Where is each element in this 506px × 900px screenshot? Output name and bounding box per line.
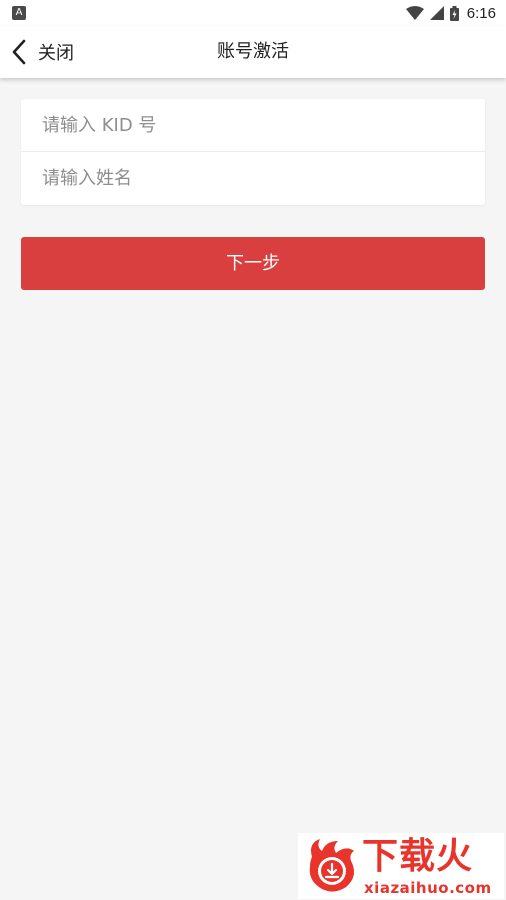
- status-time: 6:16: [466, 4, 496, 22]
- battery-icon: [449, 5, 459, 21]
- nav-bar: 关闭 账号激活: [0, 26, 506, 78]
- flame-logo-icon: [309, 839, 354, 892]
- kid-row: [21, 99, 485, 151]
- notification-icon: A: [12, 6, 26, 20]
- page-title: 账号激活: [217, 41, 289, 62]
- chevron-left-icon: [12, 39, 26, 65]
- watermark-site: xiazaihuo.com: [364, 879, 492, 897]
- name-input[interactable]: [21, 152, 485, 204]
- watermark-brand: 下载火: [362, 836, 474, 877]
- kid-input[interactable]: [21, 99, 485, 151]
- status-icons: 6:16: [405, 3, 496, 23]
- wifi-icon: [405, 6, 424, 20]
- close-label: 关闭: [38, 43, 74, 64]
- next-button[interactable]: 下一步: [21, 237, 485, 290]
- name-row: [21, 152, 485, 204]
- signal-icon: [429, 6, 444, 20]
- close-button[interactable]: 关闭: [10, 34, 74, 70]
- status-bar: A 6:16: [0, 0, 506, 26]
- activation-form: [21, 99, 485, 205]
- watermark: 下载火 xiazaihuo.com: [298, 833, 504, 899]
